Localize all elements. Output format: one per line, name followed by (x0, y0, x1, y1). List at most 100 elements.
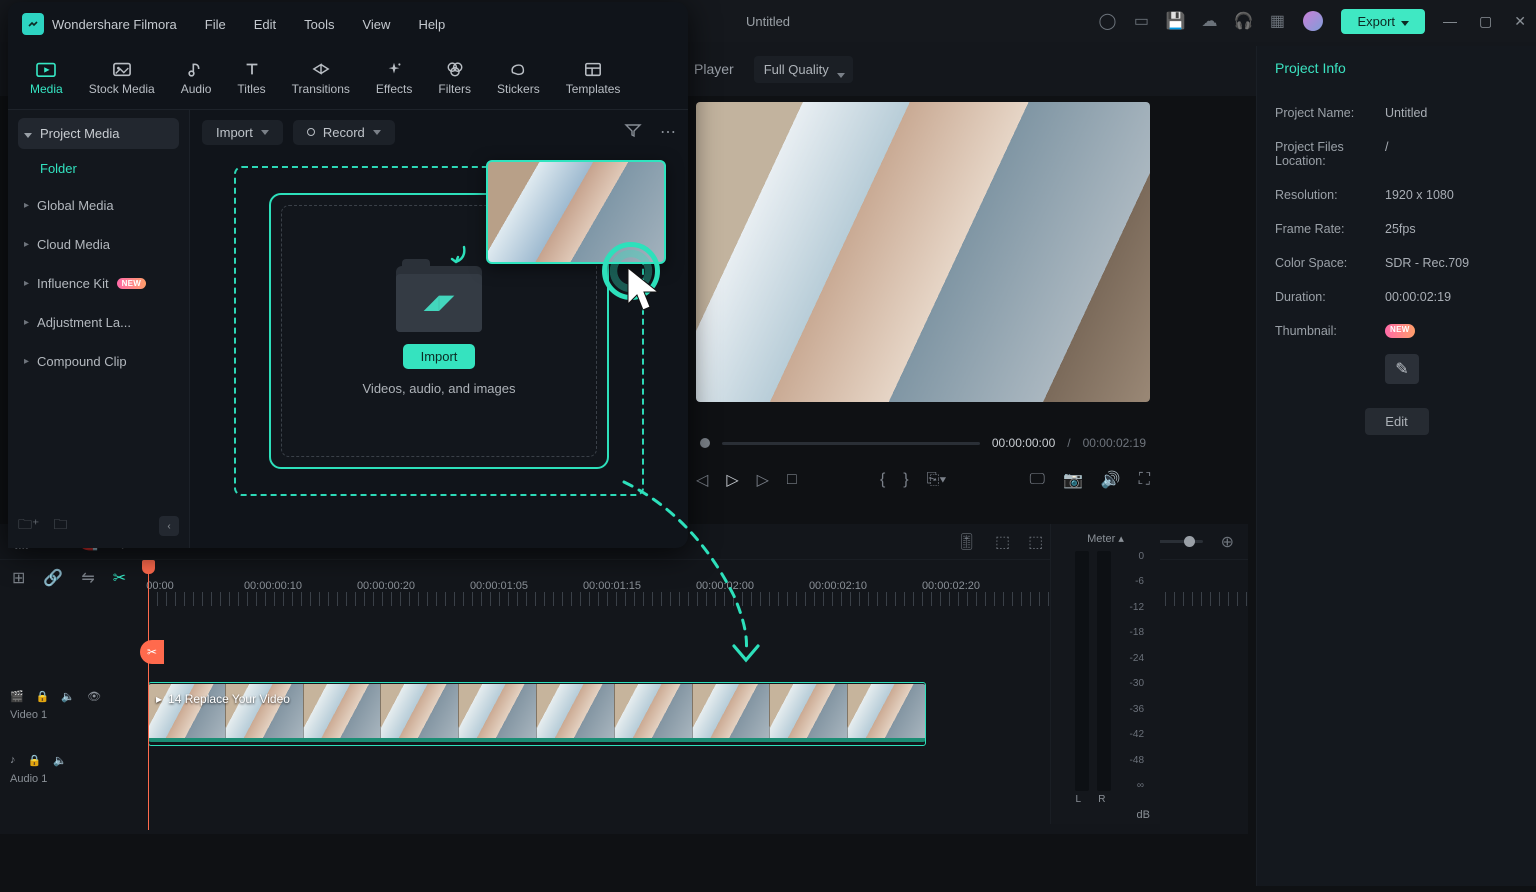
record-icon[interactable]: ◯ (1099, 13, 1115, 29)
preview-viewport[interactable] (696, 102, 1150, 402)
tab-stickers[interactable]: Stickers (495, 56, 542, 100)
app-title: Wondershare Filmora (52, 17, 177, 32)
mark-in-icon[interactable]: { (880, 471, 885, 489)
clip-icon: 🎬 (10, 690, 24, 703)
stop-icon[interactable]: □ (787, 471, 797, 489)
tab-templates[interactable]: Templates (564, 56, 623, 100)
note-icon: ♪ (10, 754, 16, 767)
snapshot-icon[interactable]: 📷 (1063, 470, 1083, 490)
play-icon[interactable]: ▷ (726, 470, 738, 490)
tab-strip: Media Stock Media Audio Titles Transitio… (8, 46, 688, 110)
scrub-track[interactable] (722, 442, 980, 445)
folder-illustration: ◢◤ (396, 266, 482, 332)
link-track-icon[interactable]: 🔗 (43, 568, 63, 588)
sidebar-item-adjustment-layer[interactable]: ▸Adjustment La... (18, 305, 179, 340)
save-icon[interactable]: 💾 (1167, 13, 1183, 29)
menu-file[interactable]: File (205, 17, 226, 32)
tab-effects[interactable]: Effects (374, 56, 414, 100)
menu-tools[interactable]: Tools (304, 17, 334, 32)
export-button[interactable]: Export (1341, 9, 1425, 34)
ruler-label: 00:00:01:15 (583, 580, 641, 592)
playhead-cut-icon[interactable]: ✂ (140, 640, 164, 664)
next-frame-icon[interactable]: ▷ (757, 470, 769, 490)
new-folder-icon[interactable]: 🗀⁺ (18, 514, 39, 538)
menu-edit[interactable]: Edit (254, 17, 276, 32)
meter-title[interactable]: Meter ▴ (1061, 532, 1150, 545)
ruler-label: 00:00:02:20 (922, 580, 980, 592)
device-icon[interactable]: ▭ (1133, 13, 1149, 29)
ruler-label: 00:00:02:00 (696, 580, 754, 592)
split-icon[interactable]: ⇋ (81, 568, 94, 588)
apps-icon[interactable]: ▦ (1269, 13, 1285, 29)
collapse-sidebar-button[interactable]: ‹ (159, 516, 179, 536)
video-track-header[interactable]: 🎬🔒🔈👁 Video 1 (0, 684, 148, 748)
more-icon[interactable]: ⋯ (660, 122, 676, 143)
cloud-icon[interactable]: ☁ (1201, 13, 1217, 29)
playhead[interactable] (148, 560, 149, 830)
maximize-icon[interactable]: ▢ (1479, 13, 1492, 30)
menubar: Wondershare Filmora File Edit Tools View… (8, 2, 688, 46)
prev-frame-icon[interactable]: ◁ (696, 470, 708, 490)
import-button[interactable]: Import (403, 344, 476, 369)
add-track-icon[interactable]: ⊞ (12, 568, 25, 588)
meter-scale: 0-6-12 -18-24-30 -36-42-48 ∞ (1116, 551, 1144, 791)
sidebar-folder[interactable]: Folder (18, 153, 179, 184)
app-logo: Wondershare Filmora (22, 13, 177, 35)
sidebar-item-global-media[interactable]: ▸Global Media (18, 188, 179, 223)
tl-mixer-icon[interactable]: 🎚 (957, 532, 977, 552)
menu-view[interactable]: View (362, 17, 390, 32)
audio-track-header[interactable]: ♪🔒🔈 Audio 1 (0, 748, 148, 812)
project-info-panel: Project Info Project Name:Untitled Proje… (1256, 46, 1536, 886)
thumbnail-edit-icon[interactable]: ✎ (1385, 354, 1419, 384)
import-dropdown[interactable]: Import (202, 120, 283, 145)
eye-icon[interactable]: 👁 (87, 690, 101, 703)
quality-select[interactable]: Full Quality (754, 56, 853, 83)
fullscreen-icon[interactable]: ⛶ (1139, 471, 1150, 489)
sound-icon[interactable]: 🔊 (1101, 470, 1121, 490)
tab-media[interactable]: Media (28, 56, 65, 100)
tab-stock-media[interactable]: Stock Media (87, 56, 157, 100)
mute-icon[interactable]: 🔈 (53, 754, 67, 767)
sidebar-item-influence-kit[interactable]: ▸Influence KitNEW (18, 266, 179, 301)
clip-label: ▸ 14 Replace Your Video (156, 692, 290, 706)
tab-titles[interactable]: Titles (235, 56, 267, 100)
headphones-icon[interactable]: 🎧 (1235, 13, 1251, 29)
ruler-label: 00:00:02:10 (809, 580, 867, 592)
mute-icon[interactable]: 🔈 (61, 690, 75, 703)
cursor-icon (624, 266, 668, 318)
media-panel: Wondershare Filmora File Edit Tools View… (8, 2, 688, 548)
close-icon[interactable]: ✕ (1514, 13, 1526, 30)
thumbnail-new-badge: NEW (1385, 324, 1415, 338)
razor-icon[interactable]: ✂ (113, 568, 126, 588)
media-sidebar: Project Media Folder ▸Global Media ▸Clou… (8, 110, 190, 548)
document-title: Untitled (746, 14, 790, 29)
tab-audio[interactable]: Audio (179, 56, 214, 100)
tab-filters[interactable]: Filters (436, 56, 473, 100)
lock-icon[interactable]: 🔒 (28, 754, 42, 767)
record-dropdown[interactable]: Record (293, 120, 395, 145)
ruler-label: 00:00:00:10 (244, 580, 302, 592)
avatar[interactable] (1303, 11, 1323, 31)
sidebar-project-media[interactable]: Project Media (18, 118, 179, 149)
meter-unit: dB (1061, 809, 1150, 821)
mark-out-icon[interactable]: } (903, 471, 908, 489)
menu-help[interactable]: Help (418, 17, 445, 32)
lock-icon[interactable]: 🔒 (36, 690, 50, 703)
settings-dropdown-icon[interactable]: ⎘▾ (927, 471, 947, 489)
tl-adjust-icon[interactable]: ⬚ (995, 532, 1010, 552)
current-time: 00:00:00:00 (992, 436, 1055, 450)
sidebar-item-cloud-media[interactable]: ▸Cloud Media (18, 227, 179, 262)
audio-meter: Meter ▴ 0-6-12 -18-24-30 -36-42-48 ∞ LR … (1050, 524, 1160, 824)
display-icon[interactable]: 🖵 (1030, 471, 1045, 489)
folder-icon[interactable]: 🗀 (53, 514, 67, 538)
edit-button[interactable]: Edit (1365, 408, 1429, 435)
track-tools: ⊞ 🔗 ⇋ ✂ (12, 568, 126, 588)
scrub-handle[interactable] (700, 438, 710, 448)
drop-hint: Videos, audio, and images (363, 381, 516, 396)
zoom-in-icon[interactable]: ⊕ (1221, 532, 1234, 552)
filter-icon[interactable] (624, 122, 642, 143)
tab-transitions[interactable]: Transitions (290, 56, 352, 100)
sidebar-item-compound-clip[interactable]: ▸Compound Clip (18, 344, 179, 379)
tl-crop-icon[interactable]: ⬚ (1028, 532, 1043, 552)
minimize-icon[interactable]: — (1443, 13, 1457, 30)
